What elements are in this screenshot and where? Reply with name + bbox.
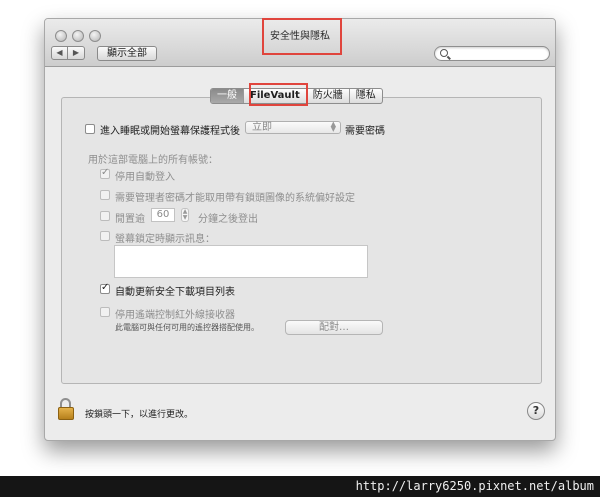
accounts-heading: 用於這部電腦上的所有帳號： bbox=[88, 155, 218, 166]
tab-general[interactable]: 一般 bbox=[211, 89, 244, 103]
lock-hint-text: 按鎖頭一下，以進行更改。 bbox=[85, 410, 194, 420]
disable-ir-label: 停用遙端控制紅外線接收器 bbox=[115, 310, 235, 321]
require-admin-label: 需要管理者密碼才能取用帶有鎖頭圖像的系統偏好設定 bbox=[115, 193, 355, 204]
forward-button[interactable]: ▶ bbox=[68, 46, 85, 60]
logout-minutes-stepper[interactable]: ▲ ▼ bbox=[181, 208, 189, 222]
logout-after-checkbox[interactable] bbox=[100, 211, 110, 221]
lock-icon[interactable] bbox=[58, 407, 74, 420]
search-icon bbox=[440, 49, 448, 57]
select-arrows-icon: ▲ ▼ bbox=[330, 120, 336, 133]
require-password-suffix: 需要密碼 bbox=[345, 126, 385, 137]
ir-note: 此電腦可與任何可用的遙控器搭配使用。 bbox=[115, 323, 259, 332]
filevault-highlight-box bbox=[249, 83, 308, 106]
back-button[interactable]: ◀ bbox=[51, 46, 68, 60]
require-password-delay-select[interactable]: 立即 ▲ ▼ bbox=[245, 121, 341, 134]
require-password-label: 進入睡眠或開始螢幕保護程式後 bbox=[100, 126, 240, 137]
show-message-label: 螢幕鎖定時顯示訊息： bbox=[115, 234, 215, 245]
watermark-url: http://larry6250.pixnet.net/album bbox=[355, 479, 594, 493]
disable-auto-login-checkbox[interactable] bbox=[100, 167, 110, 179]
disable-auto-login-label: 停用自動登入 bbox=[115, 172, 175, 183]
watermark-bar: http://larry6250.pixnet.net/album bbox=[0, 476, 600, 497]
pair-button[interactable]: 配對… bbox=[285, 320, 383, 335]
require-password-delay-value: 立即 bbox=[252, 122, 272, 133]
logout-after-suffix: 分鐘之後登出 bbox=[198, 214, 258, 225]
lock-message-textarea[interactable] bbox=[114, 245, 368, 278]
auto-update-checkbox[interactable] bbox=[100, 282, 110, 294]
tab-privacy[interactable]: 隱私 bbox=[350, 89, 382, 103]
require-admin-checkbox[interactable] bbox=[100, 190, 110, 200]
preferences-window: 安全性與隱私 ◀ ▶ 顯示全部 一般 FileVault 防火牆 隱私 進入睡眠… bbox=[44, 18, 556, 441]
disable-ir-checkbox[interactable] bbox=[100, 307, 110, 317]
require-password-checkbox[interactable] bbox=[85, 124, 95, 134]
logout-minutes-field[interactable]: 60 bbox=[151, 208, 175, 222]
tab-firewall[interactable]: 防火牆 bbox=[307, 89, 350, 103]
show-message-checkbox[interactable] bbox=[100, 231, 110, 241]
show-all-button[interactable]: 顯示全部 bbox=[97, 46, 157, 61]
auto-update-label: 自動更新安全下載項目列表 bbox=[115, 287, 235, 298]
logout-after-prefix: 閒置逾 bbox=[115, 214, 145, 225]
search-input[interactable] bbox=[434, 46, 550, 61]
title-highlight-box bbox=[262, 18, 342, 55]
help-button[interactable]: ? bbox=[527, 402, 545, 420]
